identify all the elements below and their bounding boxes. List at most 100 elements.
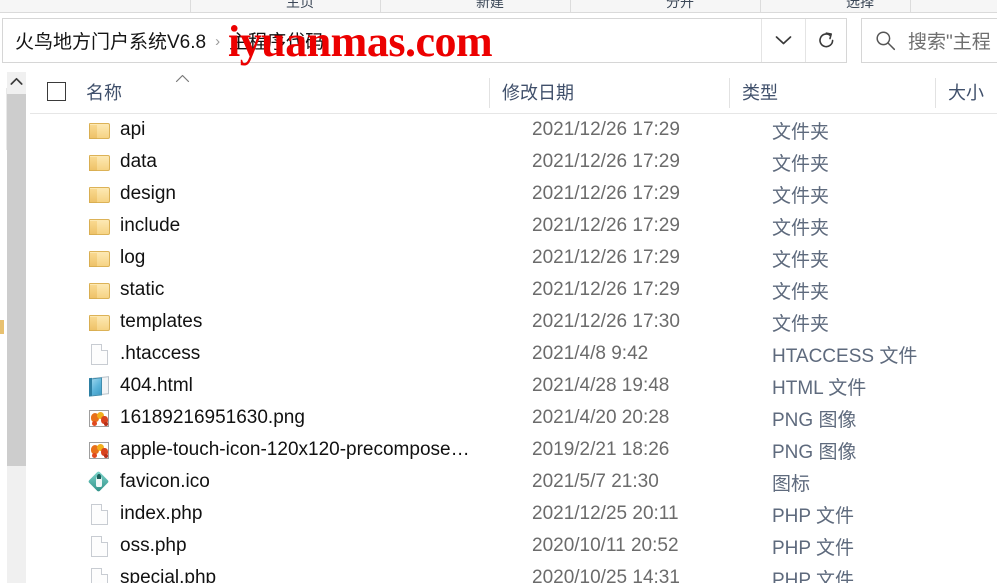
file-name: 16189216951630.png	[120, 407, 305, 428]
file-name: special.php	[120, 567, 217, 583]
table-row[interactable]: templates 2021/12/26 17:30 文件夹	[30, 306, 997, 338]
table-row[interactable]: log 2021/12/26 17:29 文件夹	[30, 242, 997, 274]
file-name: api	[120, 119, 146, 140]
file-name: favicon.ico	[120, 471, 210, 492]
document-icon	[90, 503, 108, 525]
table-row[interactable]: static 2021/12/26 17:29 文件夹	[30, 274, 997, 306]
table-row[interactable]: data 2021/12/26 17:29 文件夹	[30, 146, 997, 178]
file-icon-slot	[86, 150, 112, 174]
document-icon	[90, 343, 108, 365]
file-icon-slot	[86, 278, 112, 302]
cell-modified-date: 2021/4/20 20:28	[532, 407, 670, 428]
table-row[interactable]: include 2021/12/26 17:29 文件夹	[30, 210, 997, 242]
select-all-checkbox[interactable]	[47, 82, 66, 101]
folder-icon	[88, 314, 110, 331]
cell-name: static	[86, 274, 164, 306]
vertical-scrollbar[interactable]	[0, 72, 26, 583]
column-header-3[interactable]: 大小	[948, 70, 984, 113]
cell-modified-date: 2021/5/7 21:30	[532, 471, 659, 492]
cell-name: design	[86, 178, 176, 210]
ribbon-tab-3[interactable]: 选择	[800, 0, 920, 12]
column-header-2[interactable]: 类型	[742, 70, 778, 113]
cell-modified-date: 2021/12/26 17:29	[532, 119, 680, 140]
table-row[interactable]: oss.php 2020/10/11 20:52 PHP 文件	[30, 530, 997, 562]
scrollbar-thumb[interactable]	[7, 94, 26, 466]
cell-type: PHP 文件	[772, 505, 855, 527]
column-header-0[interactable]: 名称	[86, 70, 122, 113]
table-row[interactable]: api 2021/12/26 17:29 文件夹	[30, 114, 997, 146]
table-row[interactable]: design 2021/12/26 17:29 文件夹	[30, 178, 997, 210]
cell-name: oss.php	[86, 530, 187, 562]
file-rows-container: api 2021/12/26 17:29 文件夹 data 2021/12/26 17:…	[30, 114, 997, 583]
table-row[interactable]: favicon.ico 2021/5/7 21:30 图标	[30, 466, 997, 498]
folder-icon	[88, 122, 110, 139]
folder-icon	[88, 218, 110, 235]
table-row[interactable]: 16189216951630.png 2021/4/20 20:28 PNG 图像	[30, 402, 997, 434]
folder-icon	[88, 282, 110, 299]
refresh-button[interactable]	[805, 19, 846, 62]
file-name: data	[120, 151, 157, 172]
cell-name: data	[86, 146, 157, 178]
clipped-edge-artifact	[0, 320, 4, 334]
cell-modified-date: 2021/12/26 17:29	[532, 279, 680, 300]
table-row[interactable]: special.php 2020/10/25 14:31 PHP 文件	[30, 562, 997, 583]
table-row[interactable]: index.php 2021/12/25 20:11 PHP 文件	[30, 498, 997, 530]
chevron-up-icon	[10, 77, 23, 85]
cell-type: 图标	[772, 473, 811, 495]
scrollbar-up-button[interactable]	[7, 72, 26, 91]
file-explorer-window: 主页 新建 分开 选择 火鸟地方门户系统V6.8 › 主程序代码 搜索"主程 i…	[0, 0, 997, 583]
ribbon-separator-2	[570, 0, 571, 12]
cell-name: 16189216951630.png	[86, 402, 305, 434]
file-icon-slot	[86, 470, 112, 494]
ribbon-tab-0[interactable]: 主页	[240, 0, 360, 12]
file-name: .htaccess	[120, 343, 201, 364]
file-name: oss.php	[120, 535, 187, 556]
file-icon-slot	[86, 438, 112, 462]
cell-type: HTACCESS 文件	[772, 345, 918, 367]
ribbon-separator-1	[380, 0, 381, 12]
ribbon-separator-3	[760, 0, 761, 12]
cell-type: 文件夹	[772, 281, 830, 303]
ribbon-tab-strip: 主页 新建 分开 选择	[0, 0, 997, 13]
chevron-up-icon	[175, 74, 190, 83]
table-row[interactable]: 404.html 2021/4/28 19:48 HTML 文件	[30, 370, 997, 402]
folder-icon	[88, 154, 110, 171]
ribbon-separator-4	[910, 0, 911, 12]
address-dropdown-button[interactable]	[761, 19, 805, 62]
cell-name: .htaccess	[86, 338, 200, 370]
cell-type: 文件夹	[772, 249, 830, 271]
search-box[interactable]: 搜索"主程	[861, 18, 997, 63]
cell-type: 文件夹	[772, 313, 830, 335]
file-name: templates	[120, 311, 203, 332]
file-icon-slot	[86, 214, 112, 238]
file-name: include	[120, 215, 181, 236]
breadcrumb-separator-1: ›	[215, 33, 221, 50]
cell-name: log	[86, 242, 145, 274]
ribbon-tab-2[interactable]: 分开	[620, 0, 740, 12]
document-icon	[90, 535, 108, 557]
table-row[interactable]: apple-touch-icon-120x120-precompose… 2019…	[30, 434, 997, 466]
png-image-icon	[89, 441, 109, 459]
table-row[interactable]: .htaccess 2021/4/8 9:42 HTACCESS 文件	[30, 338, 997, 370]
column-divider-2[interactable]	[935, 78, 936, 108]
file-list: 名称 修改日期 类型 大小 api 2021/12/26 17:29 文件夹 data 202…	[30, 70, 997, 583]
cell-modified-date: 2020/10/25 14:31	[532, 567, 680, 583]
folder-icon	[88, 186, 110, 203]
cell-name: api	[86, 114, 145, 146]
cell-type: PHP 文件	[772, 537, 855, 559]
search-placeholder-text: 搜索"主程	[908, 32, 991, 53]
column-divider-0[interactable]	[489, 78, 490, 108]
file-name: static	[120, 279, 165, 300]
breadcrumb-crumb-0[interactable]: 火鸟地方门户系统V6.8	[15, 27, 206, 54]
ribbon-tab-1[interactable]: 新建	[430, 0, 550, 12]
cell-modified-date: 2021/12/26 17:29	[532, 215, 680, 236]
column-divider-1[interactable]	[729, 78, 730, 108]
file-icon-slot	[86, 406, 112, 430]
cell-name: 404.html	[86, 370, 193, 402]
cell-modified-date: 2021/12/26 17:30	[532, 311, 680, 332]
breadcrumb-crumb-1[interactable]: 主程序代码	[229, 27, 324, 54]
cell-type: 文件夹	[772, 217, 830, 239]
column-header-1[interactable]: 修改日期	[502, 70, 574, 113]
address-bar[interactable]: 火鸟地方门户系统V6.8 › 主程序代码	[2, 18, 847, 63]
search-icon	[875, 31, 895, 51]
